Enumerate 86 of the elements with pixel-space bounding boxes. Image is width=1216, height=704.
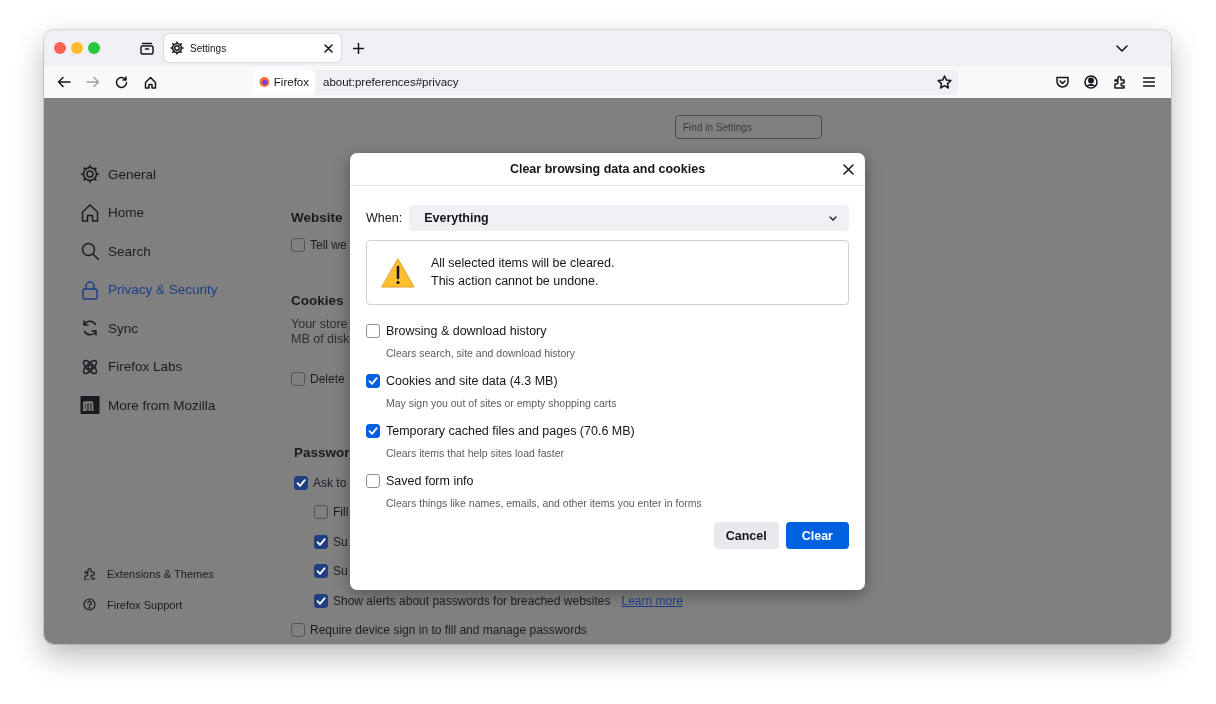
- menu-icon[interactable]: [1143, 77, 1155, 87]
- plus-icon[interactable]: [353, 42, 364, 54]
- section-heading: Cookies: [291, 292, 344, 310]
- letter-m-icon: [80, 395, 100, 415]
- gear-icon: [170, 41, 184, 55]
- checkbox[interactable]: [294, 475, 308, 490]
- checkbox[interactable]: [314, 534, 328, 549]
- close-window-button[interactable]: [54, 42, 66, 54]
- sidebar-item[interactable]: Sync: [80, 316, 138, 340]
- sidebar-item[interactable]: General: [80, 162, 157, 186]
- puzzle-piece-icon: [83, 567, 96, 580]
- check-icon: [316, 536, 326, 547]
- check-icon: [368, 426, 378, 436]
- browser-logo-icon: [259, 76, 270, 88]
- account-icon[interactable]: [1084, 75, 1098, 89]
- warning-icon: [380, 256, 416, 289]
- sidebar-item[interactable]: Firefox Labs: [80, 354, 183, 379]
- checkbox-label[interactable]: Su: [333, 564, 348, 578]
- checkbox-label[interactable]: Saved form info: [386, 474, 474, 488]
- reload-icon[interactable]: [115, 75, 128, 89]
- puzzle-piece-icon[interactable]: [1113, 75, 1127, 89]
- sidebar-item[interactable]: Home: [80, 200, 144, 225]
- checkbox-label[interactable]: Temporary cached files and pages (70.6 MB): [386, 424, 635, 438]
- checkbox[interactable]: [366, 324, 380, 338]
- description-text: Your store: [291, 317, 348, 332]
- close-icon[interactable]: [324, 43, 333, 53]
- checkbox-label[interactable]: Show alerts about passwords for breached websites: [333, 593, 611, 608]
- checkbox-label[interactable]: Fill: [333, 505, 349, 519]
- option-description: Clears items that help sites load faster: [385, 447, 565, 459]
- checkbox-label[interactable]: Delete: [310, 372, 345, 386]
- checkbox-label[interactable]: Tell we: [310, 238, 347, 252]
- pocket-icon[interactable]: [1056, 76, 1069, 88]
- gear-icon: [80, 164, 100, 184]
- home-icon[interactable]: [144, 75, 157, 89]
- star-icon[interactable]: [937, 74, 952, 90]
- time-range-dropdown[interactable]: Everything: [409, 205, 849, 231]
- option-description: Clears search, site and download history: [385, 347, 577, 359]
- dialog-title: Clear browsing data and cookies: [509, 162, 706, 176]
- lock-icon: [80, 279, 100, 300]
- checkbox-label[interactable]: Require device sign in to fill and manage passwords: [310, 623, 587, 637]
- checkbox-label[interactable]: Cookies and site data (4.3 MB): [386, 374, 558, 388]
- section-heading: Website: [291, 209, 343, 227]
- chevron-down-icon: [829, 215, 837, 221]
- site-identity-button[interactable]: Firefox: [253, 69, 315, 95]
- warning-text: This action cannot be undone.: [431, 274, 600, 289]
- option-description: May sign you out of sites or empty shopping carts: [385, 397, 618, 409]
- checkbox[interactable]: [291, 623, 305, 637]
- home-icon: [80, 202, 100, 223]
- checkbox[interactable]: [314, 564, 328, 578]
- checkbox[interactable]: [366, 424, 380, 438]
- back-arrow-icon[interactable]: [57, 76, 71, 88]
- checkbox[interactable]: [314, 505, 328, 519]
- cancel-button[interactable]: Cancel: [713, 522, 779, 549]
- when-label: When:: [366, 211, 403, 225]
- check-icon: [296, 477, 306, 488]
- checkbox[interactable]: [366, 374, 380, 388]
- checkbox[interactable]: [291, 238, 305, 252]
- description-text: MB of disk: [291, 332, 350, 347]
- option-description: Clears things like names, emails, and other items you enter in forms: [385, 497, 703, 509]
- learn-more-link[interactable]: Learn more: [621, 593, 683, 608]
- browser-tab[interactable]: Settings: [164, 34, 341, 62]
- checkbox-label[interactable]: Ask to: [313, 475, 347, 490]
- search-field[interactable]: Find in Settings: [675, 115, 822, 139]
- tab-list-icon[interactable]: [140, 41, 154, 55]
- check-icon: [316, 566, 326, 576]
- checkbox[interactable]: [291, 372, 305, 386]
- sidebar-link[interactable]: Firefox Support: [83, 598, 183, 611]
- clear-button[interactable]: Clear: [785, 522, 849, 549]
- url-field[interactable]: about:preferences#privacy: [323, 76, 937, 88]
- warning-text: All selected items will be cleared.: [431, 256, 615, 271]
- checkbox-label[interactable]: Browsing & download history: [386, 324, 547, 338]
- checkbox[interactable]: [366, 474, 380, 488]
- chevron-down-icon[interactable]: [1116, 44, 1128, 52]
- sidebar-item[interactable]: Privacy & Security: [80, 277, 218, 302]
- sync-icon: [80, 318, 100, 338]
- check-icon: [368, 376, 378, 386]
- sidebar-item[interactable]: More from Mozilla: [80, 393, 216, 417]
- checkbox[interactable]: [314, 593, 328, 608]
- sidebar-link[interactable]: Extensions & Themes: [83, 567, 214, 580]
- check-icon: [316, 595, 326, 606]
- help-icon: [83, 598, 96, 611]
- section-heading: Passwor: [294, 444, 350, 462]
- checkbox-label[interactable]: Su: [333, 534, 348, 549]
- close-icon[interactable]: [843, 163, 854, 175]
- search-icon: [80, 241, 100, 261]
- sidebar-item[interactable]: Search: [80, 239, 151, 263]
